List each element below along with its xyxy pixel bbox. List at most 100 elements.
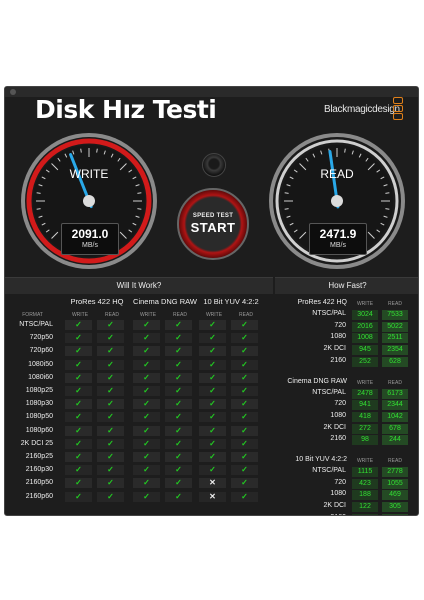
write-fps-value: 3024: [352, 310, 378, 320]
write-column-header: WRITE: [356, 458, 374, 464]
app-window: Disk Hız Testi Blackmagicdesign WRITE 20…: [4, 86, 419, 516]
check-icon: ✓: [97, 320, 124, 330]
check-icon: ✓: [231, 412, 258, 423]
write-readout: 2091.0 MB/s: [61, 223, 119, 255]
check-icon: ✓: [65, 346, 92, 357]
format-row-label: 1080p30: [25, 400, 53, 408]
read-fps-value: 7533: [382, 310, 408, 320]
read-fps-value: 1055: [382, 478, 408, 489]
read-fps-value: 628: [382, 356, 408, 367]
check-icon: ✓: [133, 465, 160, 476]
check-icon: ✓: [199, 425, 226, 436]
check-icon: ✓: [65, 491, 92, 502]
check-icon: ✓: [231, 320, 258, 330]
check-icon: ✓: [199, 438, 226, 449]
check-icon: ✓: [65, 438, 92, 449]
check-icon: ✓: [97, 425, 124, 436]
check-icon: ✓: [133, 320, 160, 330]
check-icon: ✓: [65, 412, 92, 423]
how-fast-section-title: ProRes 422 HQ: [297, 299, 347, 306]
will-it-work-table: ProRes 422 HQ WRITE READ Cinema DNG RAW WRIT…: [5, 295, 273, 515]
read-fps-value: 1042: [382, 411, 408, 422]
start-button[interactable]: SPEED TEST START: [177, 188, 249, 260]
check-icon: ✓: [165, 346, 192, 357]
check-icon: ✓: [133, 386, 160, 396]
check-icon: ✓: [133, 478, 160, 489]
check-icon: ✓: [97, 491, 124, 502]
check-icon: ✓: [65, 399, 92, 410]
close-icon[interactable]: [10, 89, 16, 95]
format-row-label: 2K DCI 25: [20, 439, 53, 447]
read-fps-value: 305: [382, 502, 408, 513]
check-icon: ✓: [97, 478, 124, 489]
brand-logo-icon: [393, 97, 403, 121]
cross-icon: ✕: [199, 491, 226, 502]
check-icon: ✓: [165, 491, 192, 502]
format-row-label: 2160p50: [25, 479, 53, 487]
write-gauge: WRITE 2091.0 MB/s: [19, 131, 159, 271]
check-icon: ✓: [165, 320, 192, 330]
check-icon: ✓: [133, 425, 160, 436]
read-column-header: READ: [105, 312, 119, 318]
how-fast-row-label: 2K DCI: [323, 423, 346, 431]
check-icon: ✓: [165, 372, 192, 383]
write-fps-value: 423: [352, 478, 378, 489]
check-icon: ✓: [65, 478, 92, 489]
how-fast-row-label: NTSC/PAL: [312, 310, 346, 317]
format-row-label: 1080p50: [25, 413, 53, 421]
check-icon: ✓: [133, 372, 160, 383]
write-fps-value: 1115: [352, 467, 378, 477]
check-icon: ✓: [199, 346, 226, 357]
check-icon: ✓: [65, 465, 92, 476]
format-column-header: FORMAT: [22, 312, 43, 318]
how-fast-section-title: Cinema DNG RAW: [287, 377, 347, 385]
read-gauge-label: READ: [320, 167, 354, 181]
check-icon: ✓: [231, 465, 258, 476]
check-icon: ✓: [165, 438, 192, 449]
check-icon: ✓: [97, 399, 124, 410]
will-it-work-header: Will It Work?: [5, 277, 273, 294]
check-icon: ✓: [231, 333, 258, 344]
check-icon: ✓: [165, 333, 192, 344]
write-speed-unit: MB/s: [82, 242, 98, 249]
format-group-header: ProRes 422 HQ: [70, 297, 124, 306]
write-fps-value: 1008: [352, 333, 378, 344]
read-fps-value: 2354: [382, 345, 408, 356]
settings-knob-icon[interactable]: [202, 153, 226, 177]
read-column-header: READ: [239, 312, 253, 318]
how-fast-row-label: 2160: [275, 514, 346, 515]
format-row-label: 2160p25: [25, 453, 53, 460]
read-column-header: READ: [388, 379, 402, 386]
check-icon: ✓: [231, 346, 258, 357]
check-icon: ✓: [165, 425, 192, 436]
how-fast-header: How Fast?: [275, 277, 418, 294]
how-fast-row-label: NTSC/PAL: [312, 388, 346, 396]
check-icon: ✓: [231, 478, 258, 489]
read-fps-value: 2511: [382, 333, 408, 344]
check-icon: ✓: [165, 399, 192, 410]
check-icon: ✓: [199, 320, 226, 330]
check-icon: ✓: [231, 452, 258, 462]
check-icon: ✓: [97, 346, 124, 357]
check-icon: ✓: [97, 465, 124, 476]
check-icon: ✓: [65, 386, 92, 396]
check-icon: ✓: [199, 386, 226, 396]
how-fast-row-label: 720: [334, 321, 346, 329]
read-readout: 2471.9 MB/s: [309, 223, 367, 255]
check-icon: ✓: [231, 386, 258, 396]
write-column-header: WRITE: [356, 379, 374, 386]
how-fast-row-label: 2160: [330, 356, 346, 364]
check-icon: ✓: [165, 412, 192, 423]
check-icon: ✓: [231, 438, 258, 449]
check-icon: ✓: [133, 399, 160, 410]
check-icon: ✓: [199, 399, 226, 410]
how-fast-row-label: 720: [334, 478, 346, 486]
start-button-label: START: [190, 220, 236, 235]
read-column-header: READ: [173, 312, 187, 318]
write-fps-value: 252: [352, 356, 378, 367]
format-row-label: 1080p60: [25, 426, 53, 434]
write-fps-value: 2016: [352, 321, 378, 332]
format-row-label: 720p60: [29, 347, 53, 355]
check-icon: ✓: [231, 399, 258, 410]
check-icon: ✓: [199, 465, 226, 476]
